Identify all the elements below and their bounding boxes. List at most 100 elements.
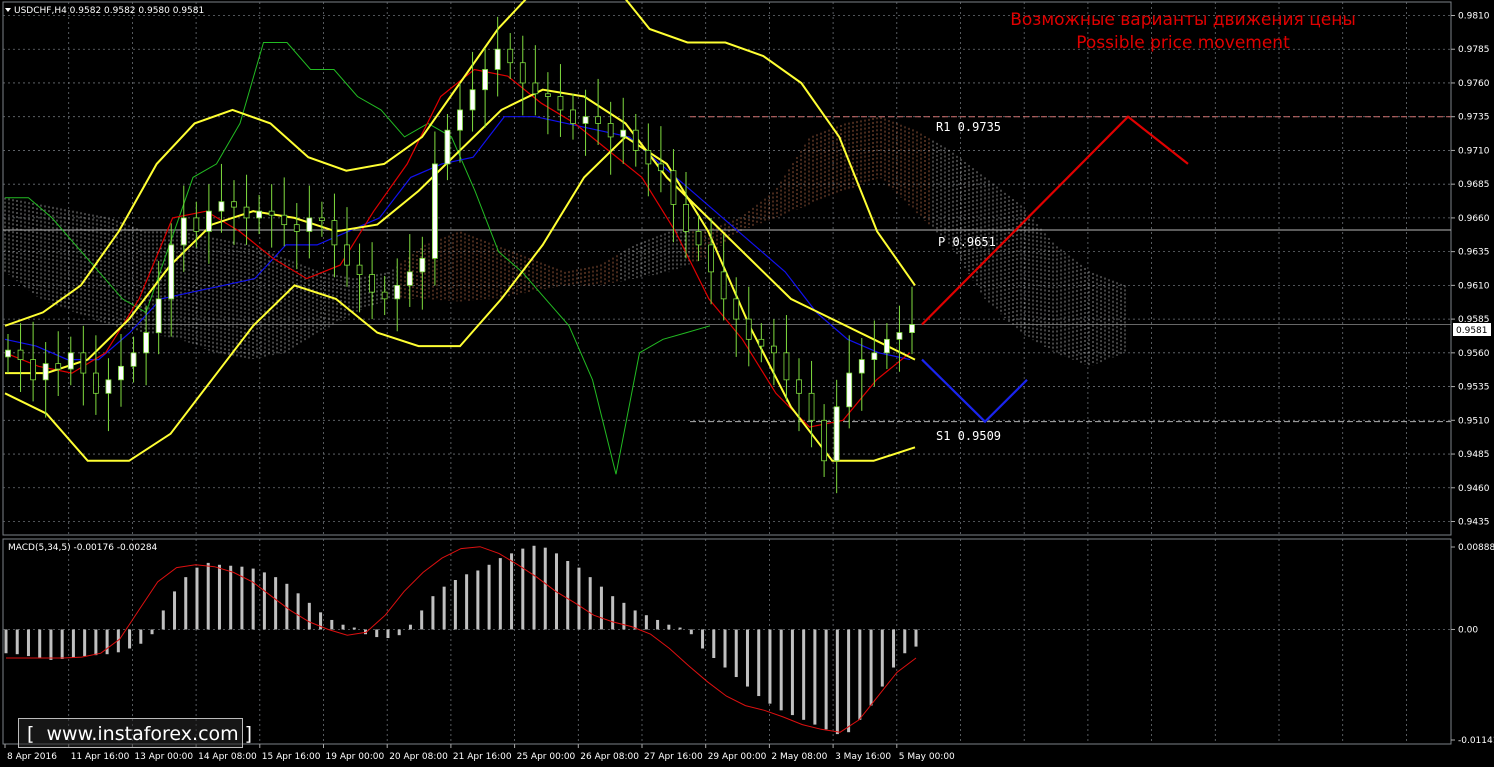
macd-histogram-bar [94, 629, 98, 656]
candle-body [281, 214, 288, 226]
candle-body [256, 210, 263, 219]
candle-body [155, 298, 162, 333]
candle-body [808, 392, 815, 421]
price-axis-label: 0.9435 [1458, 518, 1490, 528]
price-axis-label: 0.9635 [1458, 248, 1490, 258]
macd-histogram-bar [71, 629, 75, 659]
time-axis-label: 25 Apr 00:00 [517, 752, 576, 762]
candle-body [833, 406, 840, 462]
price-axis-label: 0.9560 [1458, 349, 1490, 359]
macd-histogram-bar [824, 629, 828, 730]
candle-body [570, 109, 576, 124]
macd-histogram-bar [532, 545, 536, 630]
candle-body [243, 206, 250, 219]
candle-body [582, 116, 589, 124]
macd-histogram-bar [465, 574, 469, 630]
candle-body [846, 372, 853, 408]
candle-body [645, 150, 652, 165]
time-axis-label: 26 Apr 08:00 [580, 752, 639, 762]
candle-body [394, 284, 401, 300]
candle-body [92, 372, 99, 394]
macd-histogram-bar [880, 629, 884, 687]
candle-body [909, 324, 915, 333]
macd-histogram-bar [487, 564, 491, 630]
macd-histogram-bar [622, 602, 626, 630]
macd-histogram-bar [274, 577, 278, 630]
candle-body [180, 217, 187, 246]
macd-histogram-bar [543, 547, 547, 630]
candle-body [17, 349, 24, 360]
candle-body [30, 359, 37, 381]
candle-body [595, 116, 602, 124]
annotation-en: Possible price movement [1076, 33, 1290, 53]
macd-histogram-bar [442, 586, 446, 630]
time-axis-label: 19 Apr 00:00 [326, 752, 385, 762]
candle-body [733, 298, 740, 320]
candle-body [193, 217, 200, 232]
candle-body [883, 338, 890, 354]
macd-histogram-bar [577, 567, 581, 630]
macd-histogram-bar [296, 593, 300, 630]
macd-histogram-bar [49, 629, 53, 660]
price-axis-label: 0.9735 [1458, 113, 1490, 123]
candle-body [55, 363, 62, 370]
macd-histogram-bar [723, 629, 727, 668]
macd-histogram-bar [521, 548, 525, 630]
macd-histogram-bar [498, 558, 502, 630]
macd-histogram-bar [262, 572, 266, 630]
candle-body [632, 129, 639, 151]
candle-body [821, 419, 828, 462]
time-axis-label: 21 Apr 16:00 [453, 752, 512, 762]
macd-histogram-bar [790, 629, 794, 716]
macd-histogram-bar [678, 627, 682, 630]
macd-histogram-bar [712, 629, 716, 659]
macd-histogram-bar [139, 629, 143, 644]
candle-body [419, 257, 426, 273]
macd-histogram-bar [802, 629, 806, 720]
instaforex-watermark: [ www.instaforex.com ] [18, 718, 252, 748]
macd-histogram-bar [757, 629, 761, 697]
macd-histogram-bar [768, 629, 772, 704]
macd-histogram-bar [847, 629, 851, 733]
macd-header: MACD(5,34,5) -0.00176 -0.00284 [8, 543, 158, 553]
candle-body [431, 163, 438, 259]
candle-body [457, 109, 463, 131]
candle-body [67, 352, 74, 370]
candle-body [80, 352, 87, 374]
macd-histogram-bar [173, 591, 177, 630]
candle-body [695, 230, 702, 246]
candle-body [105, 379, 112, 394]
price-axis-label: 0.9510 [1458, 416, 1490, 426]
candle-body [381, 291, 388, 300]
candle-body [896, 332, 903, 340]
macd-histogram-bar [566, 560, 570, 630]
candle-body [557, 96, 564, 111]
price-axis-label: 0.9660 [1458, 214, 1490, 224]
macd-histogram-bar [701, 629, 705, 649]
candle-body [607, 123, 614, 138]
macd-histogram-bar [779, 629, 783, 711]
macd-histogram-bar [689, 629, 693, 635]
candle-body [758, 338, 765, 347]
candle-body [118, 365, 124, 381]
time-axis-label: 2 May 08:00 [771, 752, 827, 762]
annotation-ru: Возможные варианты движения цены [1010, 10, 1356, 30]
price-axis-label: 0.9535 [1458, 383, 1490, 393]
price-axis-label: 0.9685 [1458, 180, 1490, 190]
candle-body [657, 163, 664, 172]
candle-body [783, 352, 790, 381]
candle-body [168, 244, 175, 300]
macd-histogram-bar [476, 570, 480, 630]
time-axis-label: 8 Apr 2016 [7, 752, 57, 762]
price-axis-label: 0.9810 [1458, 11, 1490, 21]
macd-axis-label: 0.00888 [1458, 543, 1494, 553]
macd-histogram-bar [599, 586, 603, 630]
macd-histogram-bar [813, 629, 817, 725]
candle-body [231, 201, 237, 208]
macd-histogram-bar [408, 624, 412, 630]
macd-histogram-bar [644, 615, 648, 630]
macd-histogram-bar [352, 627, 356, 630]
candle-body [494, 48, 501, 70]
price-axis-label: 0.9760 [1458, 79, 1490, 89]
macd-histogram-bar [745, 629, 749, 687]
